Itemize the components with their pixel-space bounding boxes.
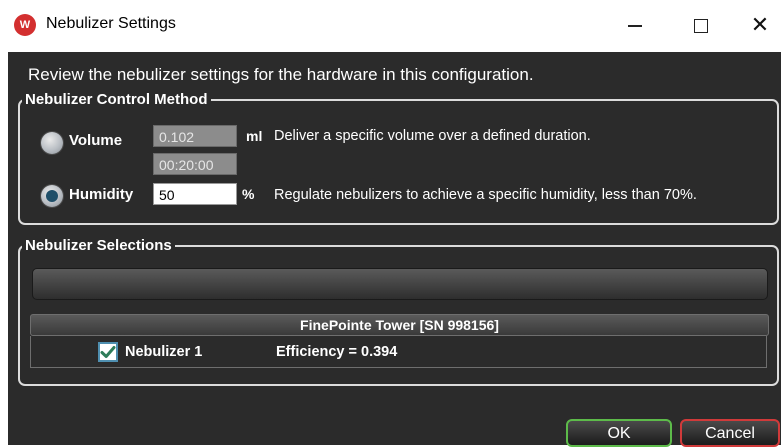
nebulizer-1-label: Nebulizer 1 — [125, 344, 203, 360]
minimize-icon — [628, 25, 642, 27]
volume-unit: ml — [246, 128, 263, 144]
checkmark-icon — [100, 346, 116, 358]
humidity-unit: % — [242, 186, 255, 202]
control-method-legend: Nebulizer Control Method — [25, 91, 208, 108]
humidity-description: Regulate nebulizers to achieve a specifi… — [274, 187, 697, 203]
maximize-button[interactable] — [678, 8, 724, 44]
close-icon: ✕ — [750, 13, 770, 38]
selection-bar — [32, 268, 768, 300]
dialog-body: Review the nebulizer settings for the ha… — [8, 52, 781, 447]
ok-button[interactable]: OK — [566, 419, 672, 447]
minimize-button[interactable] — [612, 8, 658, 44]
nebulizer-1-checkbox[interactable] — [98, 342, 118, 362]
close-button[interactable]: ✕ — [737, 8, 781, 44]
cancel-button[interactable]: Cancel — [680, 419, 780, 447]
intro-text: Review the nebulizer settings for the ha… — [28, 65, 534, 84]
title-bar: W Nebulizer Settings ✕ — [0, 0, 781, 52]
humidity-radio[interactable] — [41, 185, 63, 207]
control-method-group: Nebulizer Control Method — [18, 91, 779, 225]
nebulizer-1-efficiency: Efficiency = 0.394 — [276, 344, 398, 360]
volume-radio[interactable] — [41, 132, 63, 154]
selections-legend: Nebulizer Selections — [25, 237, 172, 254]
device-header: FinePointe Tower [SN 998156] — [30, 314, 769, 336]
app-logo-icon: W — [14, 14, 36, 36]
volume-description: Deliver a specific volume over a defined… — [274, 128, 591, 144]
maximize-icon — [694, 19, 708, 33]
window-title: Nebulizer Settings — [46, 15, 176, 32]
humidity-label: Humidity — [69, 186, 134, 203]
volume-value-field: 0.102 — [153, 125, 237, 147]
volume-label: Volume — [69, 132, 123, 149]
humidity-input[interactable]: 50 — [153, 183, 237, 205]
duration-field: 00:20:00 — [153, 153, 237, 175]
